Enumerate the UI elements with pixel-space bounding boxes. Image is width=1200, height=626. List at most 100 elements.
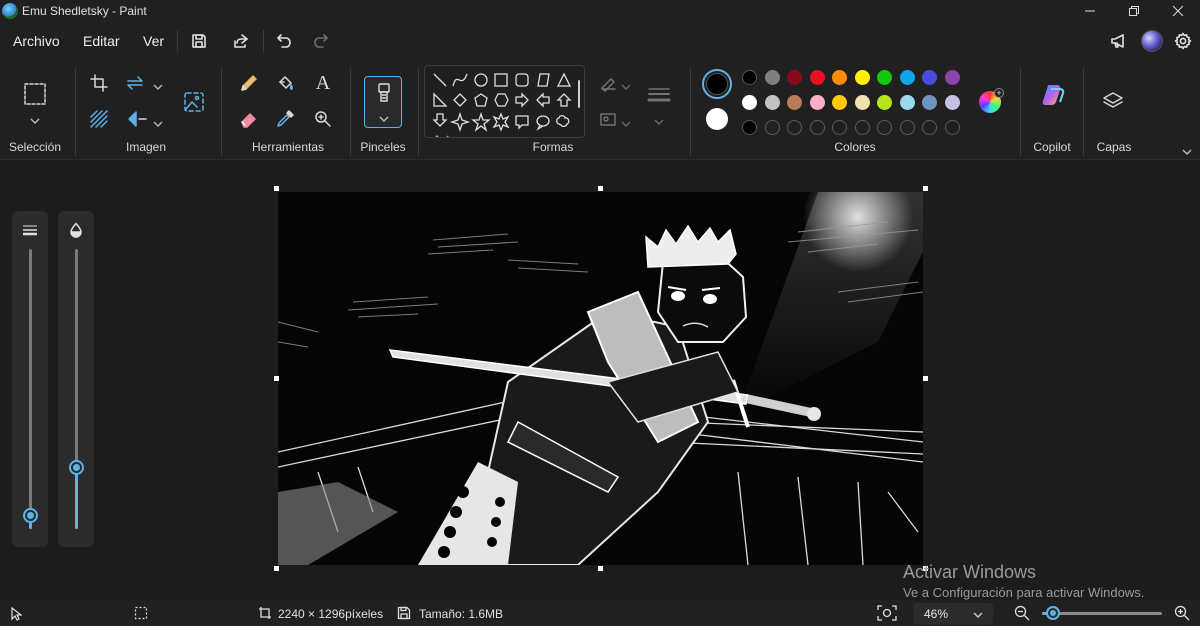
menu-editar[interactable]: Editar [83,33,120,49]
color-swatch[interactable] [787,70,802,85]
zoom-level-select[interactable]: 46% [913,603,993,625]
resize-handle[interactable] [274,186,279,191]
color-swatch[interactable] [944,95,960,110]
secondary-color[interactable] [706,108,728,130]
redo-button[interactable] [310,30,332,52]
rectangle-select-icon [24,83,46,105]
resize-handle[interactable] [923,376,928,381]
menu-ver[interactable]: Ver [143,33,164,49]
color-swatch[interactable] [922,70,937,85]
zoom-in-icon[interactable] [1174,605,1190,621]
color-swatch[interactable] [809,95,825,110]
color-swatch[interactable] [877,70,892,85]
group-divider [1083,68,1084,156]
magnifier-tool[interactable] [310,106,336,132]
custom-color-slot[interactable] [809,120,825,135]
color-swatch[interactable] [899,70,915,85]
fill-tool[interactable] [272,70,298,96]
color-swatch[interactable] [922,95,937,110]
custom-color-slot[interactable] [854,120,870,135]
custom-color-slot[interactable] [922,120,937,135]
line-size-button[interactable] [646,82,672,108]
color-swatch[interactable] [742,70,757,85]
custom-color-slot[interactable] [787,120,802,135]
layers-button[interactable] [1100,88,1126,114]
color-swatch[interactable] [742,95,757,110]
color-swatch[interactable] [832,95,847,110]
canvas-size-icon [259,607,271,619]
color-swatch[interactable] [877,95,892,110]
fit-to-window-icon[interactable] [877,605,897,621]
shapes-scrollbar[interactable] [578,80,580,108]
copilot-button[interactable] [1040,82,1066,108]
color-swatch[interactable] [832,70,847,85]
brush-size-track[interactable] [29,249,32,529]
custom-color-slot[interactable] [832,120,847,135]
color-swatch[interactable] [787,95,802,110]
user-avatar[interactable] [1141,30,1163,52]
color-swatch[interactable] [854,70,870,85]
crop-button[interactable] [86,70,112,96]
image-effects-button[interactable] [86,106,112,132]
settings-button[interactable] [1172,30,1194,52]
resize-handle[interactable] [923,186,928,191]
custom-color-slot[interactable] [899,120,915,135]
color-swatch[interactable] [742,120,757,135]
share-button[interactable] [230,30,252,52]
selection-button[interactable] [21,80,49,108]
shape-outline-button[interactable] [596,70,622,96]
title-bar: Emu Shedletsky - Paint [0,0,1200,22]
resize-handle[interactable] [598,566,603,571]
shapes-gallery[interactable] [424,65,585,138]
activation-watermark-title: Activar Windows [903,562,1037,582]
group-divider [418,68,419,156]
undo-button[interactable] [273,30,295,52]
save-icon [192,34,206,48]
resize-handle[interactable] [598,186,603,191]
edit-colors-button[interactable]: + [979,88,1004,113]
ribbon-collapse-chevron-down-icon[interactable] [1181,143,1193,161]
save-button[interactable] [188,30,210,52]
resize-chevron-down-icon[interactable] [152,78,164,96]
color-swatch[interactable] [854,95,870,110]
color-swatch[interactable] [764,70,780,85]
brushes-group-label: Pinceles [360,140,406,154]
drawing-canvas[interactable] [278,192,923,565]
resize-button[interactable] [124,70,150,96]
zoom-out-icon[interactable] [1014,605,1030,621]
flip-button[interactable] [124,106,150,132]
line-size-chevron-down-icon[interactable] [653,113,665,131]
resize-handle[interactable] [274,566,279,571]
menu-archivo[interactable]: Archivo [13,33,60,49]
text-tool[interactable]: A [310,70,336,96]
flip-chevron-down-icon[interactable] [152,115,164,133]
pencil-tool[interactable] [236,70,262,96]
minimize-icon [1085,10,1095,12]
eraser-tool[interactable] [236,106,262,132]
selection-chevron-down-icon[interactable] [29,112,41,130]
image-creator-button[interactable] [180,88,208,116]
custom-color-slot[interactable] [944,120,960,135]
opacity-thumb[interactable] [69,460,84,476]
color-swatch[interactable] [899,95,915,110]
color-swatch[interactable] [809,70,825,85]
color-swatch[interactable] [944,70,960,85]
color-swatch[interactable] [764,95,780,110]
fill-chevron-down-icon[interactable] [620,115,632,133]
brush-size-thumb[interactable] [23,508,38,523]
feedback-button[interactable] [1108,30,1130,52]
close-button[interactable] [1155,0,1200,22]
custom-color-slot[interactable] [877,120,892,135]
zoom-slider[interactable] [1042,606,1162,620]
brushes-button[interactable] [364,76,402,128]
cursor-position-icon [11,607,22,621]
resize-handle[interactable] [274,376,279,381]
minimize-button[interactable] [1067,0,1113,22]
outline-chevron-down-icon[interactable] [620,78,632,96]
megaphone-icon [1111,34,1124,48]
shape-fill-button[interactable] [596,106,622,132]
custom-color-slot[interactable] [764,120,780,135]
color-picker-tool[interactable] [272,106,298,132]
restore-button[interactable] [1111,0,1157,22]
primary-color[interactable] [702,69,732,99]
